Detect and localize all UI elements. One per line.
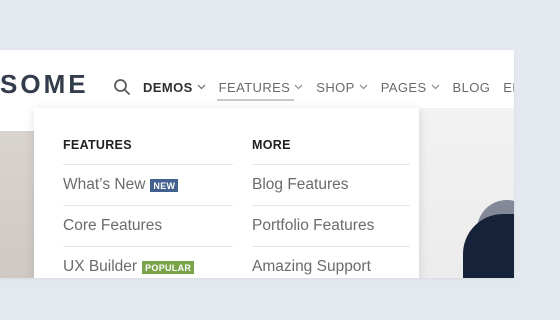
- website-preview-card: SOME DEMOS FEATURES SHOP PAGES BLOG ELEM: [0, 50, 514, 278]
- nav-item-shop[interactable]: SHOP: [316, 79, 368, 95]
- hero-image-left: [0, 131, 34, 278]
- search-icon[interactable]: [113, 78, 131, 96]
- nav-item-elements[interactable]: ELEM: [503, 79, 514, 95]
- chevron-down-icon: [359, 84, 368, 90]
- chevron-down-icon: [197, 84, 206, 90]
- menu-column-features: FEATURES What’s New NEW Core Features UX…: [63, 108, 233, 278]
- hero-person-figure: [463, 214, 514, 278]
- new-badge: NEW: [150, 178, 179, 192]
- nav-item-label: ELEM: [503, 79, 514, 95]
- menu-item-label: Amazing Support: [252, 258, 371, 275]
- nav-item-label: PAGES: [380, 79, 427, 95]
- chevron-down-icon: [431, 84, 439, 90]
- menu-item-ux-builder[interactable]: UX Builder POPULAR: [63, 247, 233, 278]
- nav-item-demos[interactable]: DEMOS: [143, 79, 206, 95]
- menu-column-more: MORE Blog Features Portfolio Features Am…: [252, 108, 410, 278]
- chevron-down-icon: [294, 84, 303, 90]
- nav-item-pages[interactable]: PAGES: [381, 79, 440, 95]
- menu-column-heading: FEATURES: [63, 108, 233, 165]
- menu-item-label: What’s New: [63, 176, 146, 193]
- popular-badge: POPULAR: [142, 260, 195, 274]
- menu-column-heading: MORE: [252, 108, 410, 165]
- main-nav: DEMOS FEATURES SHOP PAGES BLOG ELEM: [143, 79, 514, 95]
- menu-item-label: UX Builder: [63, 258, 138, 275]
- menu-item-label: Blog Features: [252, 176, 349, 193]
- nav-item-label: FEATURES: [218, 79, 291, 95]
- menu-item-amazing-support[interactable]: Amazing Support: [252, 247, 410, 278]
- menu-item-whats-new[interactable]: What’s New NEW: [63, 165, 233, 206]
- nav-item-features[interactable]: FEATURES: [219, 79, 304, 95]
- menu-item-label: Core Features: [63, 217, 163, 234]
- nav-item-label: SHOP: [316, 79, 355, 95]
- menu-item-portfolio-features[interactable]: Portfolio Features: [252, 206, 410, 247]
- nav-item-label: DEMOS: [143, 79, 193, 95]
- nav-item-blog[interactable]: BLOG: [453, 79, 491, 95]
- site-logo[interactable]: SOME: [0, 69, 89, 100]
- nav-item-label: BLOG: [452, 79, 491, 95]
- hero-image-right: [419, 108, 514, 278]
- dropdown-caret: [250, 101, 264, 108]
- features-mega-menu: FEATURES What’s New NEW Core Features UX…: [34, 108, 419, 278]
- menu-item-blog-features[interactable]: Blog Features: [252, 165, 410, 206]
- menu-item-label: Portfolio Features: [252, 217, 375, 234]
- menu-item-core-features[interactable]: Core Features: [63, 206, 233, 247]
